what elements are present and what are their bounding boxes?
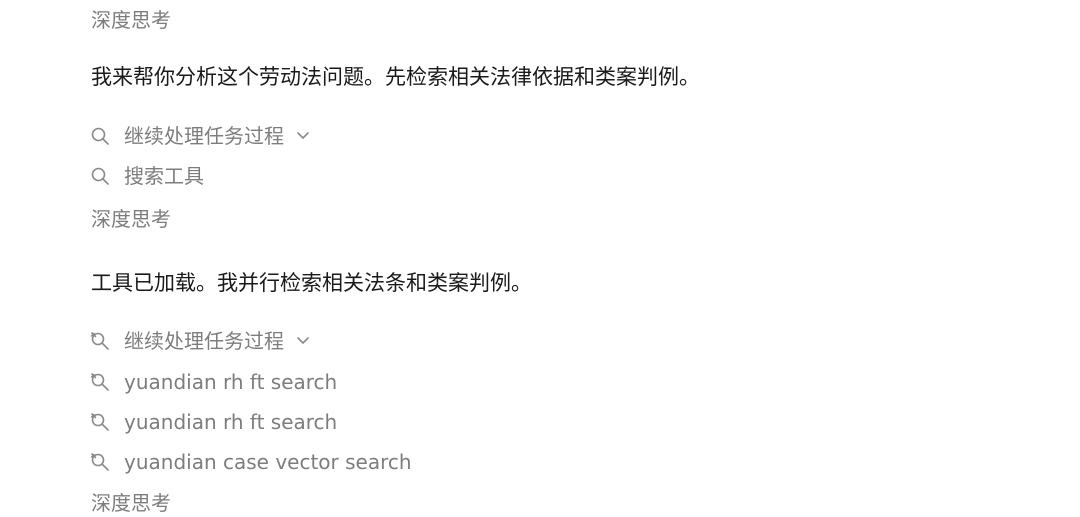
step-label: yuandian rh ft search <box>124 410 338 434</box>
deep-thinking-label[interactable]: 深度思考 <box>91 491 171 515</box>
assistant-message-1: 我来帮你分析这个劳动法问题。先检索相关法律依据和类案判例。 <box>91 65 700 89</box>
step-label: yuandian case vector search <box>124 450 412 474</box>
chevron-down-icon[interactable] <box>294 332 312 350</box>
step-continue-task-2[interactable]: 继续处理任务过程 <box>89 327 312 355</box>
deep-thinking-label[interactable]: 深度思考 <box>91 207 171 231</box>
step-search-tools[interactable]: 搜索工具 <box>89 162 204 190</box>
wrench-search-icon <box>89 411 111 433</box>
chevron-down-icon[interactable] <box>294 127 312 145</box>
step-tool-call-3[interactable]: yuandian case vector search <box>89 448 412 476</box>
step-label: yuandian rh ft search <box>124 370 338 394</box>
step-label: 继续处理任务过程 <box>124 329 284 353</box>
wrench-search-icon <box>89 371 111 393</box>
wrench-search-icon <box>89 451 111 473</box>
step-tool-call-2[interactable]: yuandian rh ft search <box>89 408 337 436</box>
assistant-message-2: 工具已加载。我并行检索相关法条和类案判例。 <box>91 271 532 295</box>
step-label: 搜索工具 <box>124 164 204 188</box>
step-label: 继续处理任务过程 <box>124 124 284 148</box>
step-continue-task-1[interactable]: 继续处理任务过程 <box>89 122 312 150</box>
deep-thinking-label[interactable]: 深度思考 <box>91 8 171 32</box>
search-icon <box>89 165 111 187</box>
chat-transcript: 深度思考 我来帮你分析这个劳动法问题。先检索相关法律依据和类案判例。 继续处理任… <box>0 0 1080 517</box>
search-icon <box>89 125 111 147</box>
wrench-search-icon <box>89 330 111 352</box>
step-tool-call-1[interactable]: yuandian rh ft search <box>89 368 337 396</box>
